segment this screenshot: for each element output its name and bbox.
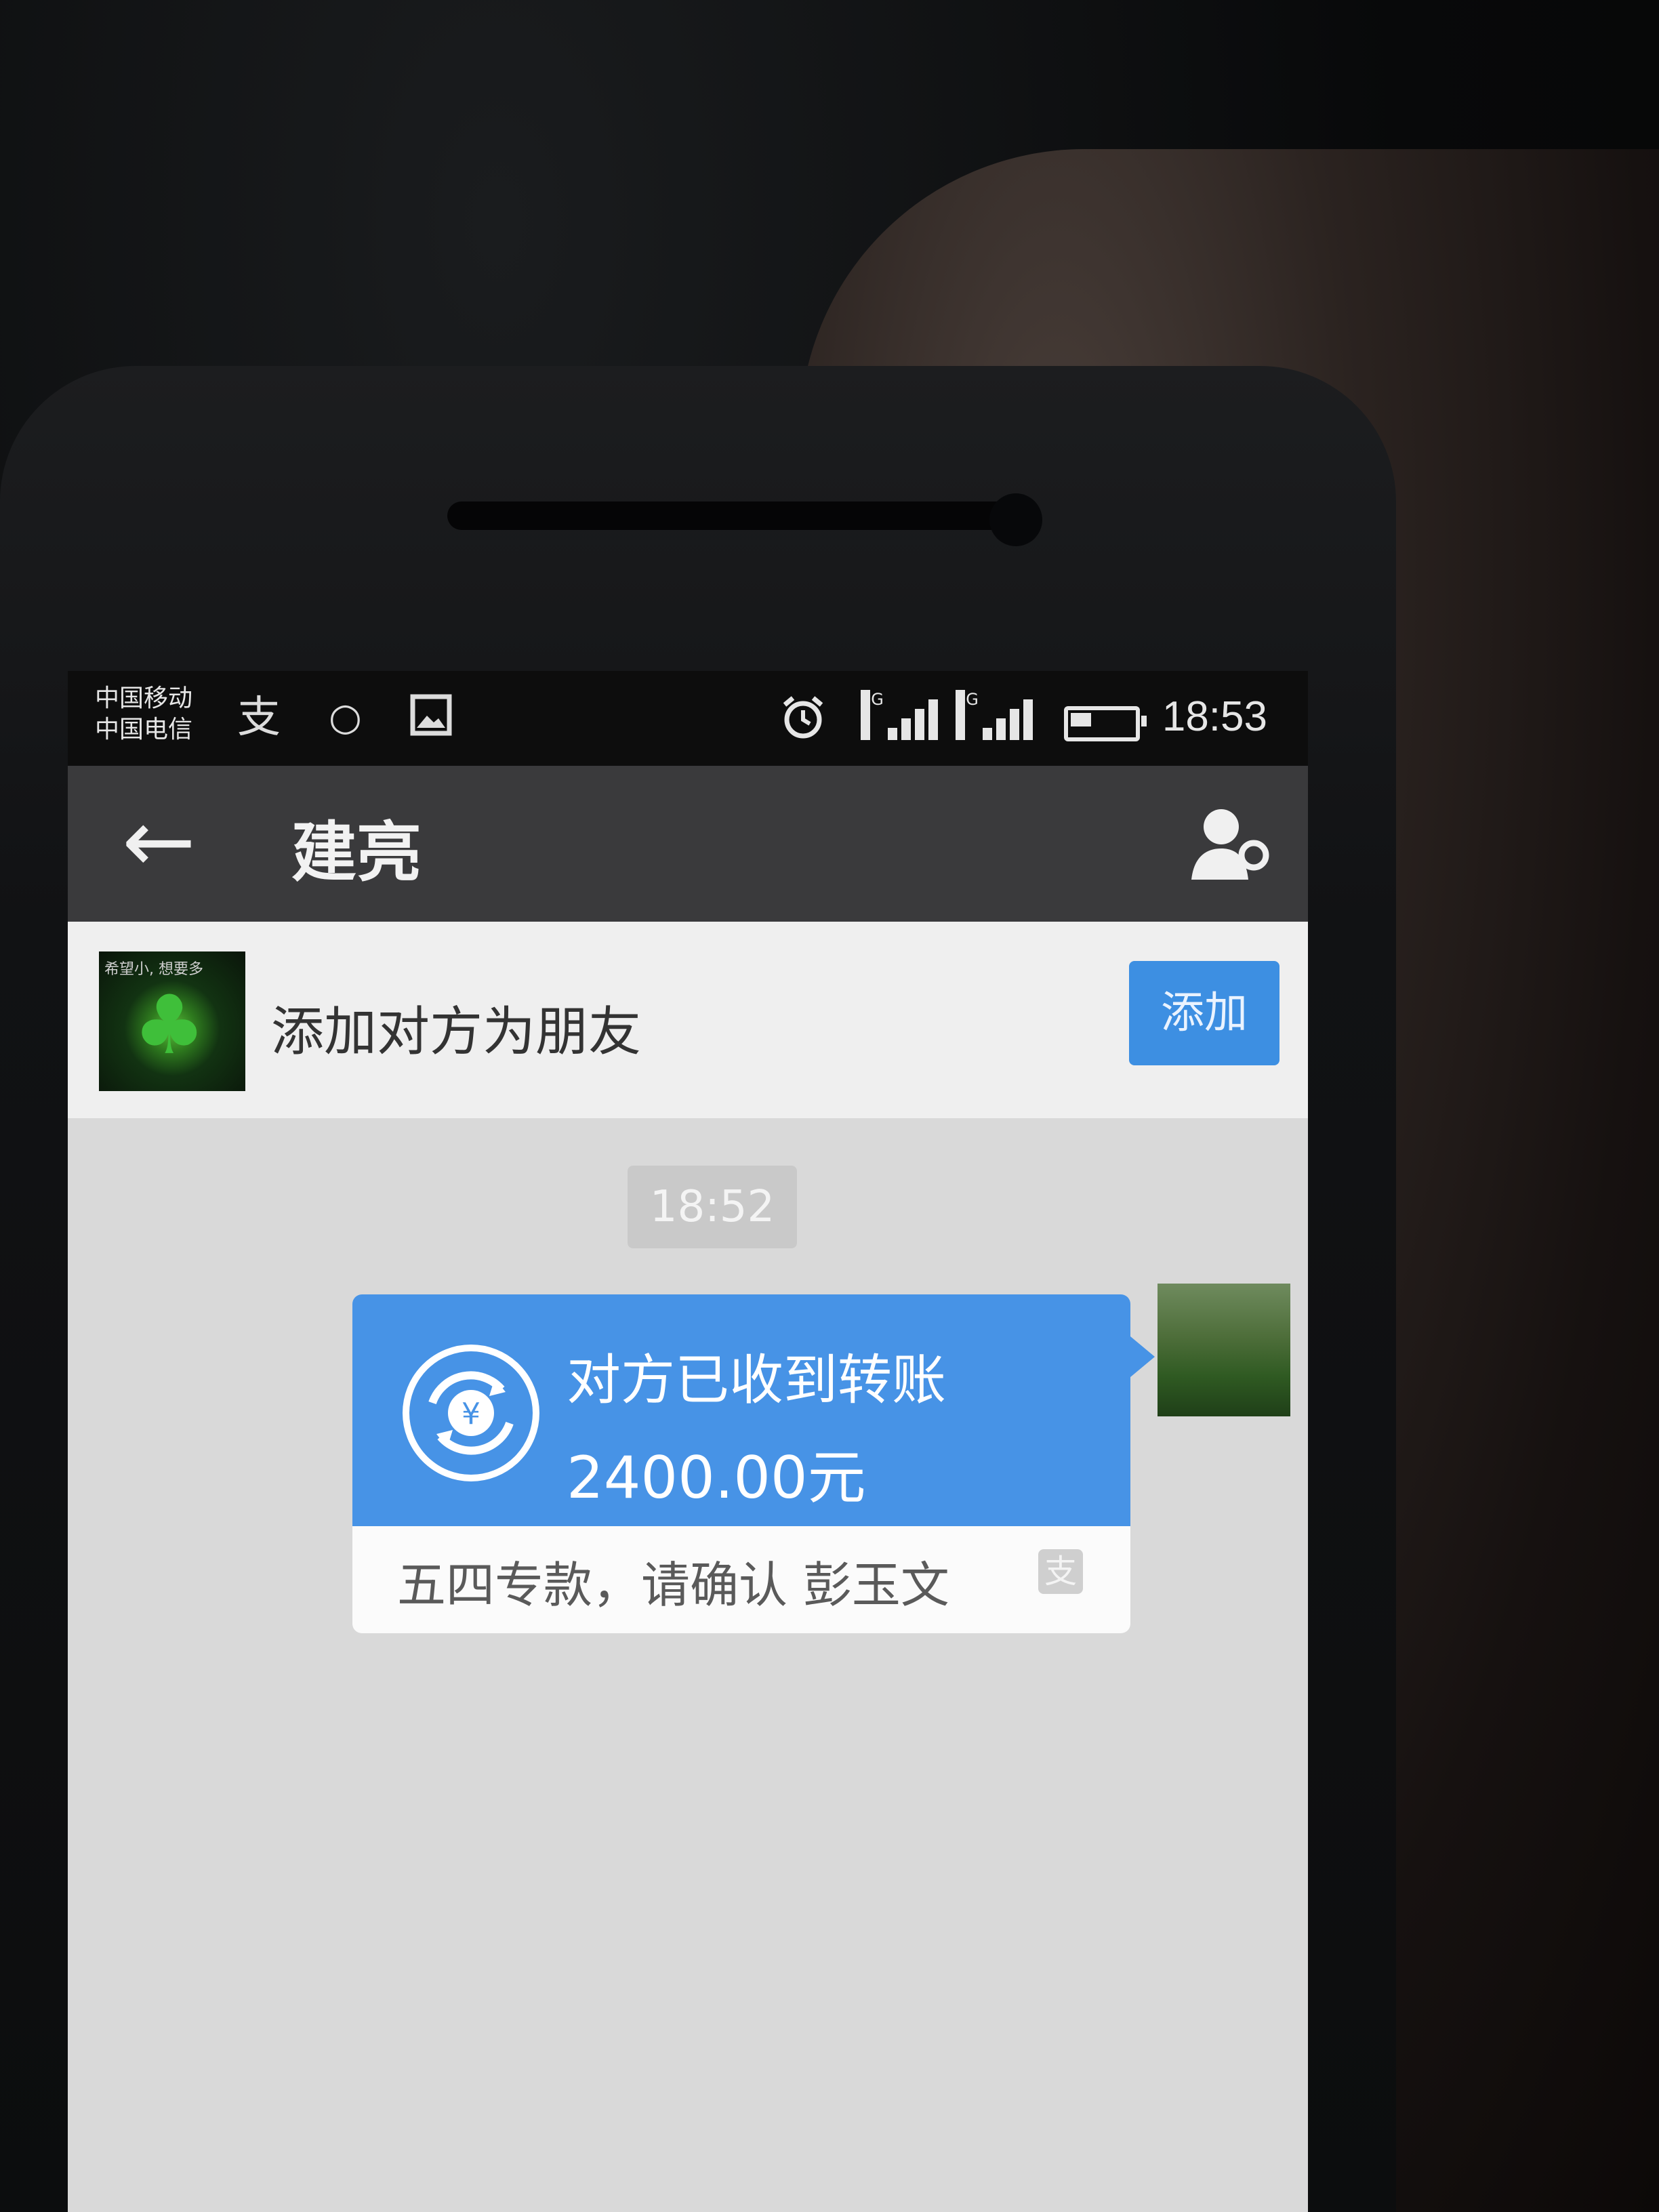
add-friend-text: 添加对方为朋友 xyxy=(271,1002,642,1063)
signal-strength-icon-2: 3G xyxy=(956,690,1033,740)
transfer-status: 对方已收到转账 xyxy=(567,1349,946,1412)
carrier-names: 中国移动 中国电信 xyxy=(95,683,192,745)
message-timestamp: 18:52 xyxy=(628,1166,797,1248)
alipay-notification-icon: 支 xyxy=(237,693,281,743)
alarm-icon xyxy=(779,694,827,751)
phone-front-camera xyxy=(989,493,1042,546)
self-avatar[interactable] xyxy=(1158,1284,1290,1416)
chat-title-bar: ← 建亮 xyxy=(68,766,1308,922)
add-friend-button[interactable]: 添加 xyxy=(1129,961,1279,1065)
chat-notification-icon: ○ xyxy=(329,695,362,739)
chat-contact-name: 建亮 xyxy=(291,815,422,890)
add-friend-bar: 希望小, 想要多 ♣ 添加对方为朋友 添加 xyxy=(68,922,1308,1118)
contact-settings-icon[interactable] xyxy=(1186,800,1274,888)
carrier-2: 中国电信 xyxy=(95,716,193,743)
transfer-note: 五四专款，请确认 彭玉文 xyxy=(397,1557,949,1614)
back-arrow-icon[interactable]: ← xyxy=(122,790,196,892)
clover-icon: ♣ xyxy=(133,979,206,1073)
transfer-message-card[interactable]: ¥ 对方已收到转账 2400.00元 五四专款，请确认 彭玉文 支 xyxy=(352,1294,1155,1633)
contact-avatar[interactable]: 希望小, 想要多 ♣ xyxy=(99,951,245,1091)
status-clock: 18:53 xyxy=(1162,693,1267,740)
signal-2-type: 3G xyxy=(956,690,979,740)
signal-1-type: 3G xyxy=(861,690,884,740)
image-notification-icon xyxy=(410,694,452,745)
battery-icon xyxy=(1064,706,1147,741)
status-bar: 中国移动 中国电信 支 ○ 3G 3G 18:53 xyxy=(68,671,1308,766)
transfer-card-header: ¥ 对方已收到转账 2400.00元 xyxy=(352,1294,1155,1526)
carrier-1: 中国移动 xyxy=(95,684,193,712)
signal-strength-icon-1: 3G xyxy=(861,690,938,740)
phone-screen: 中国移动 中国电信 支 ○ 3G 3G 18:53 ← 建亮 希望小, 想要多 … xyxy=(68,671,1308,2212)
alipay-logo-icon: 支 xyxy=(1038,1549,1083,1594)
svg-text:¥: ¥ xyxy=(462,1397,480,1431)
transfer-amount: 2400.00元 xyxy=(567,1444,866,1512)
phone-earpiece xyxy=(447,501,1017,530)
transfer-yuan-icon: ¥ xyxy=(400,1342,542,1484)
avatar-caption: 希望小, 想要多 xyxy=(104,961,203,978)
